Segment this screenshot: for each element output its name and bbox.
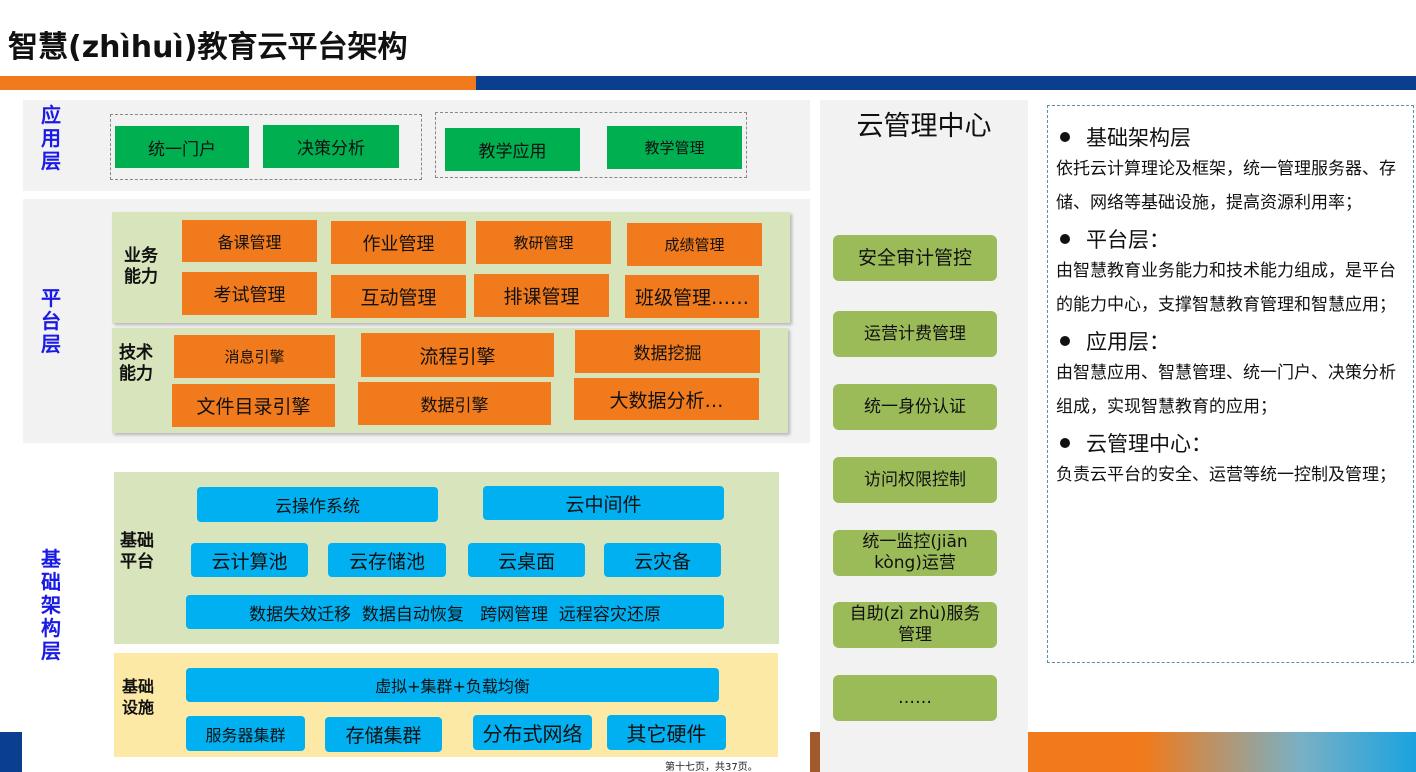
biz-item-exam[interactable]: 考试管理 <box>182 272 317 315</box>
facility-item-server-cluster[interactable]: 服务器集群 <box>186 716 305 751</box>
header-bar-blue <box>476 76 1416 90</box>
facility-item-virtualization[interactable]: 虚拟+集群+负载均衡 <box>186 668 719 702</box>
page-title: 智慧(zhìhuì)教育云平台架构 <box>8 30 408 65</box>
facility-item-distributed-network[interactable]: 分布式网络 <box>473 715 592 750</box>
infra-item-disaster-recovery[interactable]: 云灾备 <box>604 543 721 577</box>
app-layer-label: 应 用 层 <box>41 103 61 173</box>
header-bar-orange <box>0 76 476 90</box>
app-item-teaching-mgmt[interactable]: 教学管理 <box>607 126 742 169</box>
description-text-infra: 依托云计算理论及框架，统一管理服务器、存储、网络等基础设施，提高资源利用率； <box>1056 159 1396 213</box>
biz-item-research[interactable]: 教研管理 <box>476 221 611 264</box>
biz-item-grades[interactable]: 成绩管理 <box>627 223 762 266</box>
footer-bar-mid <box>810 732 820 772</box>
tech-item-message-engine[interactable]: 消息引擎 <box>174 335 335 378</box>
bullet-icon <box>1060 336 1070 346</box>
business-capability-label: 业务 能力 <box>124 246 158 287</box>
mgmt-item-self-service[interactable]: 自助(zì zhù)服务管理 <box>833 602 997 648</box>
tech-item-file-directory[interactable]: 文件目录引擎 <box>172 384 335 427</box>
bullet-icon <box>1060 234 1070 244</box>
app-item-portal[interactable]: 统一门户 <box>115 126 249 168</box>
infra-layer-label: 基 础 架 构 层 <box>41 547 61 663</box>
biz-item-scheduling[interactable]: 排课管理 <box>474 274 609 317</box>
mgmt-item-billing[interactable]: 运营计费管理 <box>833 311 997 357</box>
description-text-app: 由智慧应用、智慧管理、统一门户、决策分析组成，实现智慧教育的应用； <box>1056 363 1396 417</box>
infra-item-data-services[interactable]: 数据失效迁移 数据自动恢复 跨网管理 远程容灾还原 <box>186 595 724 629</box>
tech-item-data-engine[interactable]: 数据引擎 <box>358 382 551 425</box>
page-number: 第十七页，共37页。 <box>665 762 758 772</box>
description-heading-app: 应用层： <box>1056 326 1405 356</box>
app-item-teaching-app[interactable]: 教学应用 <box>445 128 580 171</box>
description-heading-platform: 平台层： <box>1056 224 1405 254</box>
biz-item-lesson-prep[interactable]: 备课管理 <box>182 220 317 262</box>
description-box: 基础架构层 依托云计算理论及框架，统一管理服务器、存储、网络等基础设施，提高资源… <box>1047 105 1414 663</box>
facility-item-other-hardware[interactable]: 其它硬件 <box>607 715 726 750</box>
tech-item-big-data[interactable]: 大数据分析… <box>574 378 759 420</box>
infra-item-cloud-desktop[interactable]: 云桌面 <box>468 543 585 577</box>
base-facility-label: 基础 设施 <box>122 677 155 717</box>
bullet-icon <box>1060 132 1070 142</box>
tech-item-flow-engine[interactable]: 流程引擎 <box>361 333 554 377</box>
infra-item-middleware[interactable]: 云中间件 <box>483 486 724 520</box>
platform-layer-label: 平 台 层 <box>41 286 61 356</box>
footer-bar-right <box>1028 732 1416 772</box>
mgmt-item-identity[interactable]: 统一身份认证 <box>833 384 997 430</box>
footer-bar-left <box>0 732 22 772</box>
infra-item-storage-pool[interactable]: 云存储池 <box>328 543 446 577</box>
bullet-icon <box>1060 438 1070 448</box>
description-text-mgmt: 负责云平台的安全、运营等统一控制及管理； <box>1056 465 1396 485</box>
facility-item-storage-cluster[interactable]: 存储集群 <box>325 717 442 752</box>
description-heading-mgmt: 云管理中心： <box>1056 428 1405 458</box>
mgmt-item-security-audit[interactable]: 安全审计管控 <box>833 235 997 281</box>
biz-item-homework[interactable]: 作业管理 <box>331 221 466 264</box>
mgmt-item-monitoring[interactable]: 统一监控(jiān kòng)运营 <box>833 530 997 576</box>
mgmt-item-more[interactable]: …… <box>833 675 997 721</box>
biz-item-interaction[interactable]: 互动管理 <box>331 275 466 318</box>
cloud-mgmt-title: 云管理中心 <box>856 111 992 142</box>
mgmt-item-access-control[interactable]: 访问权限控制 <box>833 457 997 503</box>
app-item-decision[interactable]: 决策分析 <box>263 125 399 168</box>
infra-item-compute-pool[interactable]: 云计算池 <box>191 543 308 577</box>
base-platform-label: 基础 平台 <box>120 531 154 572</box>
technical-capability-label: 技术 能力 <box>119 343 153 384</box>
cloud-mgmt-panel <box>820 100 1028 772</box>
description-heading-infra: 基础架构层 <box>1056 122 1405 152</box>
infra-item-cloud-os[interactable]: 云操作系统 <box>197 487 438 522</box>
biz-item-class[interactable]: 班级管理…… <box>625 275 759 318</box>
tech-item-data-mining[interactable]: 数据挖掘 <box>575 330 760 373</box>
description-text-platform: 由智慧教育业务能力和技术能力组成，是平台的能力中心，支撑智慧教育管理和智慧应用； <box>1056 261 1396 315</box>
